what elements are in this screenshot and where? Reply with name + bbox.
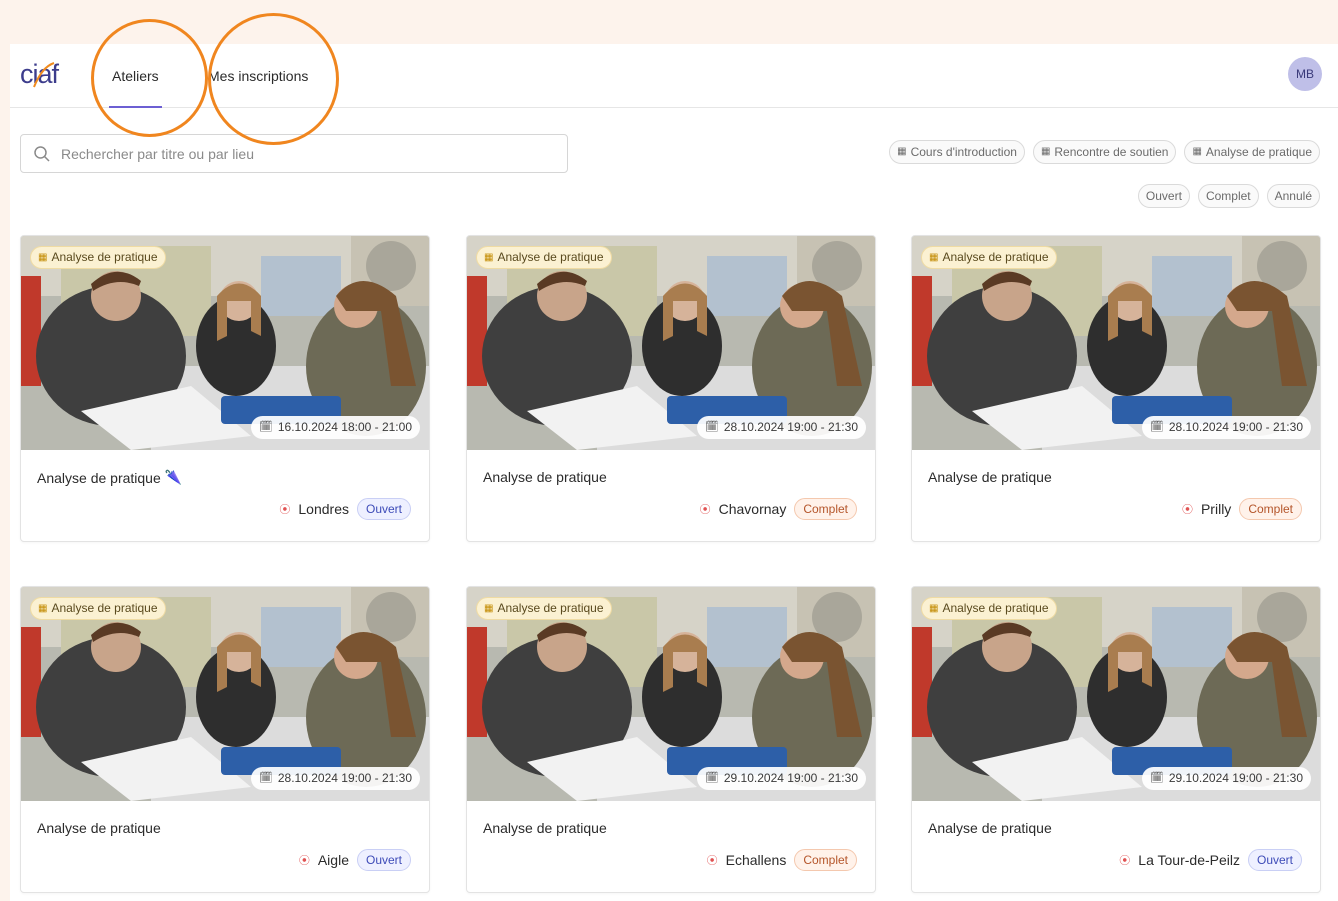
location-label: Prilly <box>1200 501 1232 517</box>
search-box[interactable] <box>20 134 568 173</box>
app-window: ciaf Ateliers Mes inscriptions MB ▦Cours… <box>10 44 1338 901</box>
card-title: Analyse de pratique <box>37 820 161 836</box>
card-meta: ⦿ Londres Ouvert <box>279 498 411 520</box>
filter-chip-ouvert[interactable]: Ouvert <box>1137 184 1190 208</box>
location-label: Aigle <box>317 852 349 868</box>
filter-chip-rencontre-soutien[interactable]: ▦ Rencontre de soutien <box>1032 140 1177 164</box>
grid-icon: ▦ <box>1192 146 1202 157</box>
workshop-card[interactable]: ▦ Analyse de pratique 🗓 29.10.2024 19:00 -… <box>911 586 1321 893</box>
status-badge: Complet <box>794 849 857 871</box>
search-icon <box>34 146 50 162</box>
category-tag: ▦ Analyse de pratique <box>476 597 612 620</box>
category-tag: ▦ Analyse de pratique <box>30 246 166 269</box>
status-badge: Ouvert <box>1247 849 1302 871</box>
date-badge: 🗓 28.10.2024 19:00 - 21:30 <box>1141 416 1311 439</box>
workshop-card[interactable]: ▦ Analyse de pratique 🗓 28.10.2024 19:00 -… <box>20 586 430 893</box>
card-meta: ⦿ Prilly Complet <box>1182 498 1302 520</box>
grid-icon: ▦ <box>38 252 48 263</box>
calendar-icon: 🗓 <box>704 421 719 433</box>
workshop-card[interactable]: ▦ Analyse de pratique 🗓 28.10.2024 19:00 -… <box>466 235 876 542</box>
calendar-icon: 🗓 <box>704 772 719 784</box>
card-title: Analyse de pratique <box>483 469 607 485</box>
calendar-icon: 🗓 <box>258 772 273 784</box>
calendar-icon: 🗓 <box>1149 772 1164 784</box>
category-tag: ▦ Analyse de pratique <box>921 246 1057 269</box>
filter-chip-complet[interactable]: Complet <box>1197 184 1259 208</box>
grid-icon: ▦ <box>897 146 907 157</box>
ciaf-logo[interactable]: ciaf <box>20 57 84 91</box>
status-badge: Complet <box>1239 498 1302 520</box>
search-input[interactable] <box>61 135 551 172</box>
date-badge: 🗓 29.10.2024 19:00 - 21:30 <box>696 767 866 790</box>
card-meta: ⦿ Chavornay Complet <box>700 498 857 520</box>
location-label: La Tour-de-Peilz <box>1138 852 1240 868</box>
tab-mes-inscriptions[interactable]: Mes inscriptions <box>208 44 308 108</box>
location-label: Londres <box>298 501 349 517</box>
umbrella-emoji: 🌂 <box>164 469 183 485</box>
grid-icon: ▦ <box>1040 146 1051 157</box>
grid-icon: ▦ <box>929 252 939 263</box>
category-tag: ▦ Analyse de pratique <box>30 597 166 620</box>
date-badge: 🗓 16.10.2024 18:00 - 21:00 <box>250 416 420 439</box>
workshop-card[interactable]: ▦ Analyse de pratique 🗓 29.10.2024 19:00 -… <box>466 586 876 893</box>
type-filters: ▦ Cours d'introduction ▦ Rencontre de sout… <box>889 140 1320 164</box>
top-nav: ciaf Ateliers Mes inscriptions MB <box>10 44 1338 108</box>
location-pin-icon: ⦿ <box>706 855 718 867</box>
location-pin-icon: ⦿ <box>699 504 711 516</box>
tab-ateliers[interactable]: Ateliers <box>109 44 162 108</box>
filter-chip-analyse-pratique[interactable]: ▦ Analyse de pratique <box>1184 140 1320 164</box>
category-tag: ▦ Analyse de pratique <box>921 597 1057 620</box>
card-title: Analyse de pratique <box>928 469 1052 485</box>
card-meta: ⦿ Echallens Complet <box>707 849 857 871</box>
grid-icon: ▦ <box>484 252 494 263</box>
location-label: Chavornay <box>718 501 787 517</box>
grid-icon: ▦ <box>929 603 939 614</box>
status-badge: Ouvert <box>356 849 411 871</box>
calendar-icon: 🗓 <box>258 421 273 433</box>
calendar-icon: 🗓 <box>1149 421 1164 433</box>
status-badge: Complet <box>794 498 857 520</box>
status-filters: Ouvert Complet Annulé <box>1137 184 1320 208</box>
date-badge: 🗓 29.10.2024 19:00 - 21:30 <box>1141 767 1311 790</box>
category-tag: ▦ Analyse de pratique <box>476 246 612 269</box>
location-pin-icon: ⦿ <box>298 855 310 867</box>
workshop-card[interactable]: ▦ Analyse de pratique 🗓 16.10.2024 18:00 -… <box>20 235 430 542</box>
filter-chip-annule[interactable]: Annulé <box>1266 184 1320 208</box>
status-badge: Ouvert <box>356 498 411 520</box>
card-meta: ⦿ Aigle Ouvert <box>299 849 411 871</box>
card-title: Analyse de pratique <box>928 820 1052 836</box>
location-pin-icon: ⦿ <box>279 504 291 516</box>
date-badge: 🗓 28.10.2024 19:00 - 21:30 <box>250 767 420 790</box>
location-label: Echallens <box>725 852 787 868</box>
grid-icon: ▦ <box>484 603 494 614</box>
card-title: Analyse de pratique <box>483 820 607 836</box>
workshop-card[interactable]: ▦ Analyse de pratique 🗓 28.10.2024 19:00 -… <box>911 235 1321 542</box>
card-meta: ⦿ La Tour-de-Peilz Ouvert <box>1119 849 1302 871</box>
card-title: Analyse de pratique 🌂 <box>37 469 183 486</box>
grid-icon: ▦ <box>38 603 48 614</box>
location-pin-icon: ⦿ <box>1181 504 1193 516</box>
date-badge: 🗓 28.10.2024 19:00 - 21:30 <box>696 416 866 439</box>
user-avatar[interactable]: MB <box>1288 57 1322 91</box>
filter-chip-cours-introduction[interactable]: ▦ Cours d'introduction <box>889 140 1025 164</box>
location-pin-icon: ⦿ <box>1119 855 1131 867</box>
